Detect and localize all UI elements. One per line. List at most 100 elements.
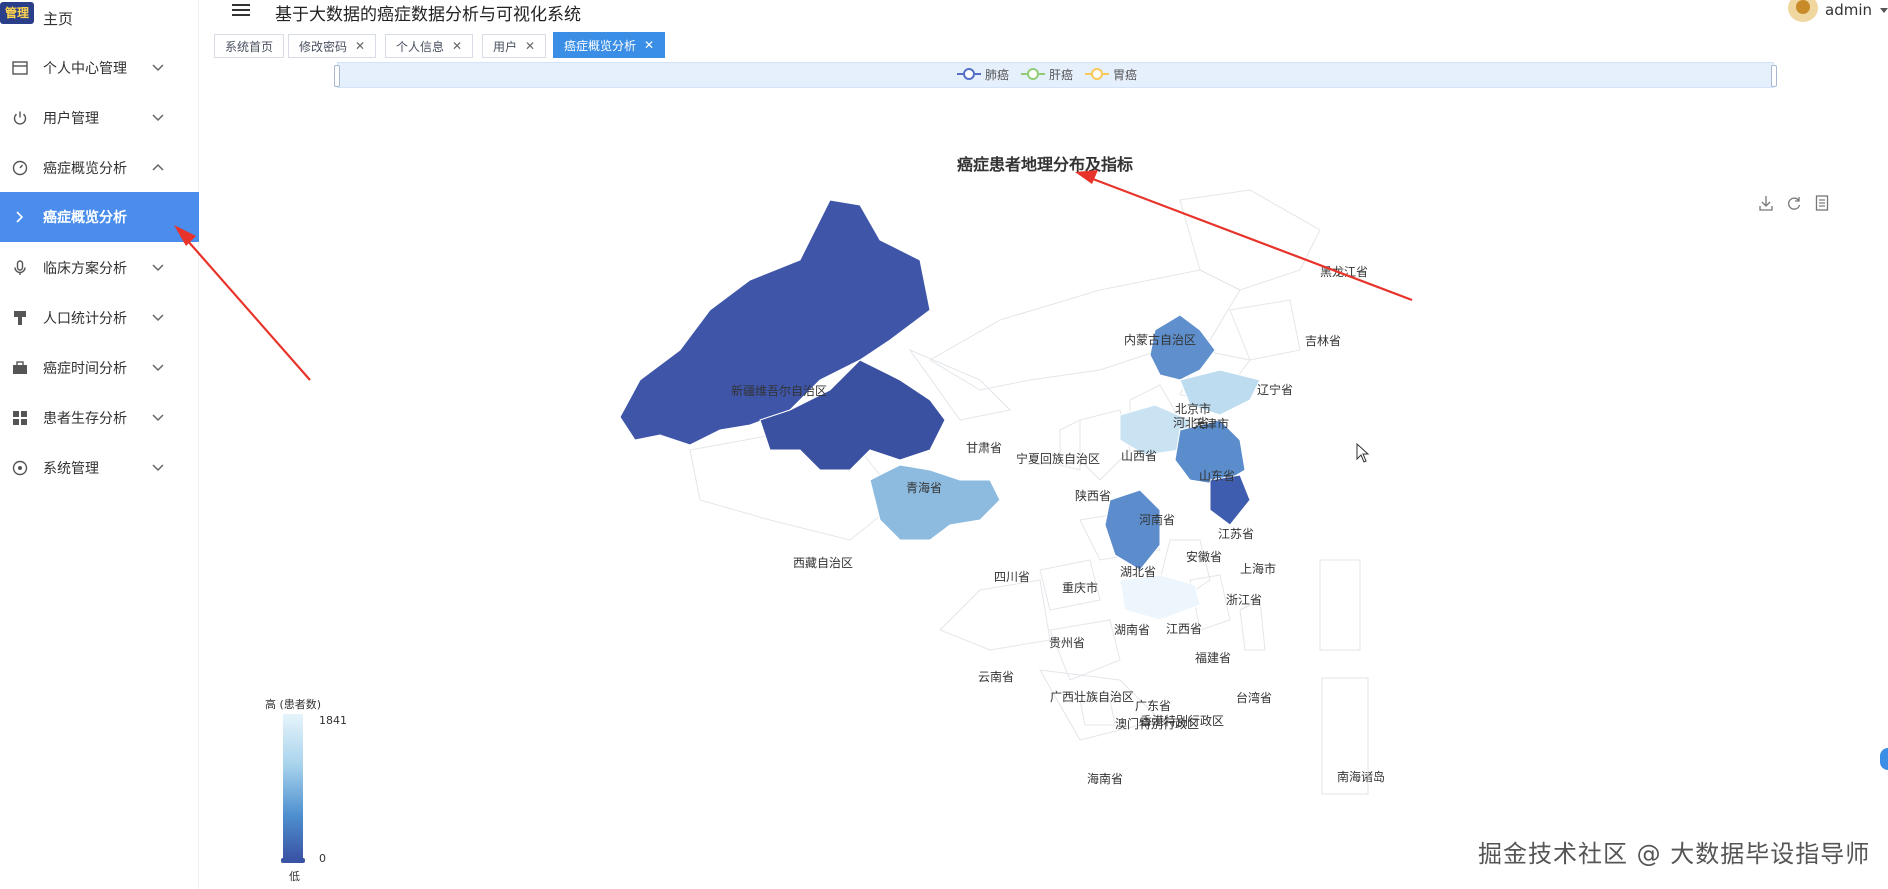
visual-map-gradient[interactable] [283,714,303,859]
zoom-handle-left[interactable] [334,65,340,87]
chart-legend: 肺癌 肝癌 胃癌 [957,66,1149,82]
user-menu[interactable]: admin [1788,0,1888,24]
document-icon[interactable] [1814,194,1830,212]
card-icon [11,59,29,77]
map-label: 江西省 [1166,622,1202,636]
logo-icon: 管理 [0,2,34,24]
china-map: 黑龙江省 吉林省 辽宁省 内蒙古自治区 北京市 河北省 天津市 山西省 宁夏回族… [619,189,1385,795]
visual-map-high-label: 高 (患者数) [265,698,322,711]
tab-home[interactable]: 系统首页 [214,34,285,58]
system-title: 基于大数据的癌症数据分析与可视化系统 [275,5,581,25]
sidebar-item-label: 癌症概览分析 [43,210,127,226]
sidebar: 管理 主页 个人中心管理 用户管理 癌症概览分析 癌症概览分析 临床方案分析 人… [0,0,199,889]
sidebar-item-personal-center[interactable]: 个人中心管理 [0,43,199,93]
tab-cancer-overview[interactable]: 癌症概览分析 ✕ [553,32,666,58]
map-label: 天津市 [1193,416,1229,431]
map-label: 江苏省 [1218,527,1254,541]
chevron-up-icon [152,163,164,171]
chevron-right-icon [11,208,29,226]
sidebar-item-label: 人口统计分析 [43,311,127,327]
avatar [1788,0,1818,22]
sidebar-item-label: 临床方案分析 [43,261,127,277]
map-label: 四川省 [994,570,1030,584]
sidebar-subitem-cancer-overview[interactable]: 癌症概览分析 [0,192,199,242]
close-icon[interactable]: ✕ [355,39,365,53]
tab-label: 系统首页 [225,39,274,54]
chevron-down-icon [152,114,164,122]
legend-item-lung[interactable]: 肺癌 [957,66,1009,83]
map-label: 山东省 [1199,469,1235,483]
map-label: 贵州省 [1049,636,1085,650]
sidebar-item-users[interactable]: 用户管理 [0,93,199,143]
map-label: 黑龙江省 [1320,265,1368,279]
map-label: 香港特别行政区 [1140,713,1224,728]
legend-swatch [1085,68,1110,80]
tab-users[interactable]: 用户 ✕ [482,34,547,58]
map-label: 海南省 [1087,771,1123,786]
tab-personal-info[interactable]: 个人信息 ✕ [385,34,474,58]
power-icon [11,109,29,127]
map-label: 安徽省 [1186,549,1222,564]
map-label: 浙江省 [1226,593,1262,607]
visual-map-legend[interactable]: 高 (患者数) 1841 0 低 [255,696,375,886]
tab-change-password[interactable]: 修改密码 ✕ [288,34,377,58]
map-label: 南海诸岛 [1337,769,1385,784]
map-label: 西藏自治区 [793,556,853,570]
close-icon[interactable]: ✕ [452,39,462,53]
sidebar-item-label: 癌症概览分析 [43,161,127,177]
legend-label: 胃癌 [1113,67,1138,82]
sidebar-item-demographics[interactable]: 人口统计分析 [0,293,199,343]
map-label: 青海省 [906,480,942,495]
map-label: 上海市 [1240,561,1276,576]
chart-title: 癌症患者地理分布及指标 [956,155,1133,174]
brush-icon [11,309,29,327]
visual-map-handle[interactable] [281,858,305,863]
user-name: admin [1825,1,1872,19]
top-header: 基于大数据的癌症数据分析与可视化系统 admin [199,0,1888,28]
close-icon[interactable]: ✕ [525,39,535,53]
region-sichuan[interactable] [869,464,1001,541]
close-icon[interactable]: ✕ [644,38,654,52]
microphone-icon [11,259,29,277]
refresh-icon[interactable] [1786,194,1802,212]
caret-down-icon [1880,8,1888,13]
side-float-button[interactable] [1880,748,1888,770]
map-label: 山西省 [1121,449,1157,463]
sidebar-item-label: 癌症时间分析 [43,361,127,377]
tab-label: 修改密码 [299,39,348,54]
map-label: 湖南省 [1114,622,1150,637]
legend-item-liver[interactable]: 肝癌 [1021,66,1073,83]
tags-view: 系统首页 修改密码 ✕ 个人信息 ✕ 用户 ✕ 癌症概览分析 ✕ [199,32,1888,58]
map-label: 河南省 [1139,512,1175,527]
map-label: 新疆维吾尔自治区 [731,383,827,398]
app-root: 管理 主页 个人中心管理 用户管理 癌症概览分析 癌症概览分析 临床方案分析 人… [0,0,1888,889]
map-label: 湖北省 [1120,564,1156,579]
map-label: 福建省 [1195,650,1231,665]
mouse-cursor-icon [1356,443,1370,463]
grid-icon [11,409,29,427]
sidebar-item-clinical[interactable]: 临床方案分析 [0,243,199,293]
map-label: 台湾省 [1236,690,1272,705]
sidebar-item-label: 患者生存分析 [43,411,127,427]
tab-label: 用户 [493,39,518,54]
legend-item-stomach[interactable]: 胃癌 [1085,66,1137,83]
tab-label: 癌症概览分析 [564,38,637,53]
map-label: 云南省 [978,669,1014,684]
home-link[interactable]: 管理 主页 [0,0,199,36]
region-guangdong[interactable] [1119,574,1201,621]
sidebar-item-time-analysis[interactable]: 癌症时间分析 [0,343,199,393]
map-label: 北京市 [1175,401,1211,416]
region-beijing-hebei-tianjin[interactable] [1149,314,1216,381]
map-label: 甘肃省 [966,441,1002,455]
download-icon[interactable] [1758,194,1774,212]
sidebar-item-system[interactable]: 系统管理 [0,443,199,493]
zoom-handle-right[interactable] [1771,65,1777,87]
hamburger-icon[interactable] [232,2,250,18]
map-label: 吉林省 [1305,334,1341,348]
sidebar-item-cancer-overview[interactable]: 癌症概览分析 [0,143,199,193]
chart-toolbox [1758,194,1842,214]
map-label: 陕西省 [1075,488,1111,503]
watermark: 掘金技术社区 @ 大数据毕设指导师 [1478,840,1871,868]
sidebar-item-survival[interactable]: 患者生存分析 [0,393,199,443]
legend-label: 肺癌 [985,67,1010,82]
